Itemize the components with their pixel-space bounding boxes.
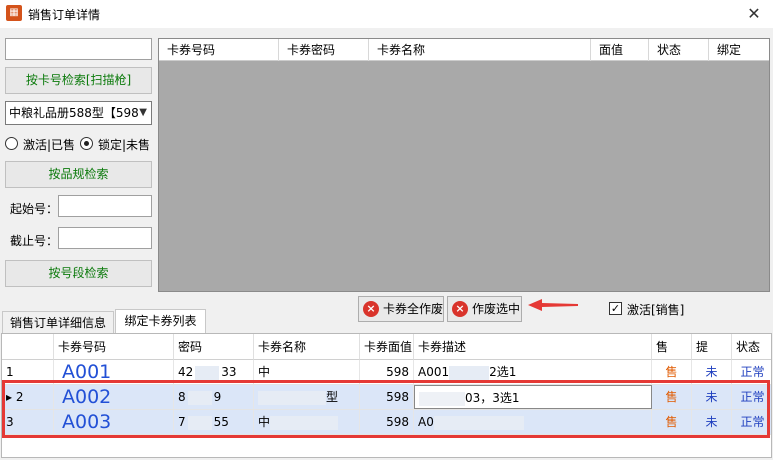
description-redacted bbox=[449, 365, 490, 380]
description-end: 2选1 bbox=[489, 365, 517, 379]
col-bind[interactable]: 绑定 bbox=[709, 39, 769, 61]
radio-activated[interactable] bbox=[5, 137, 18, 150]
description-start: A001 bbox=[418, 365, 450, 379]
title-bar: ▦ 销售订单详情 ✕ bbox=[0, 0, 773, 28]
red-arrow-annotation bbox=[528, 299, 578, 311]
window-title: 销售订单详情 bbox=[28, 8, 101, 22]
void-all-label: 卡券全作废 bbox=[383, 302, 444, 316]
radio-locked-label: 锁定|未售 bbox=[98, 138, 151, 152]
product-select[interactable]: 中粮礼品册588型【598 ▼ bbox=[5, 101, 152, 125]
start-number-input[interactable] bbox=[58, 195, 152, 217]
col-card-name[interactable]: 卡券名称 bbox=[369, 39, 591, 61]
card-results-header: 卡券号码 卡券密码 卡券名称 面值 状态 绑定 bbox=[159, 39, 769, 61]
password-redacted bbox=[195, 365, 220, 380]
card-search-input[interactable] bbox=[5, 38, 152, 60]
void-icon: × bbox=[452, 301, 468, 317]
chevron-down-icon: ▼ bbox=[139, 107, 147, 118]
search-by-card-button[interactable]: 按卡号检索[扫描枪] bbox=[5, 67, 152, 94]
col-picked[interactable]: 提 bbox=[692, 334, 732, 360]
col-row-index bbox=[2, 334, 54, 360]
col-card-description[interactable]: 卡券描述 bbox=[414, 334, 652, 360]
tab-order-details[interactable]: 销售订单详细信息 bbox=[2, 311, 114, 333]
col-face-value[interactable]: 面值 bbox=[591, 39, 649, 61]
search-by-spec-button[interactable]: 按品规检索 bbox=[5, 161, 152, 188]
col-sold[interactable]: 售 bbox=[652, 334, 692, 360]
col-card-number[interactable]: 卡券号码 bbox=[54, 334, 174, 360]
void-all-button[interactable]: × 卡券全作废 bbox=[358, 296, 444, 322]
end-number-input[interactable] bbox=[58, 227, 152, 249]
close-button[interactable]: ✕ bbox=[735, 0, 773, 28]
product-select-value: 中粮礼品册588型【598 bbox=[9, 106, 139, 120]
radio-activated-label: 激活|已售 bbox=[23, 138, 76, 152]
password-visible-start: 42 bbox=[178, 365, 194, 379]
col-password[interactable]: 密码 bbox=[174, 334, 254, 360]
col-status[interactable]: 状态 bbox=[649, 39, 709, 61]
tab-bound-cards[interactable]: 绑定卡券列表 bbox=[115, 309, 206, 333]
radio-locked[interactable] bbox=[80, 137, 93, 150]
activate-checkbox-label: 激活[销售] bbox=[627, 303, 685, 317]
void-selected-button[interactable]: × 作废选中 bbox=[447, 296, 522, 322]
password-visible-end: 33 bbox=[221, 365, 237, 379]
void-selected-label: 作废选中 bbox=[472, 302, 521, 316]
activate-checkbox[interactable]: ✓ bbox=[609, 302, 622, 315]
col-card-value[interactable]: 卡券面值 bbox=[360, 334, 414, 360]
col-status[interactable]: 状态 bbox=[732, 334, 771, 360]
search-by-range-button[interactable]: 按号段检索 bbox=[5, 260, 152, 287]
void-icon: × bbox=[363, 301, 379, 317]
selection-highlight-frame bbox=[2, 380, 770, 438]
end-number-label: 截止号： bbox=[10, 234, 59, 248]
card-results-grid[interactable]: 卡券号码 卡券密码 卡券名称 面值 状态 绑定 bbox=[158, 38, 770, 292]
col-card-password[interactable]: 卡券密码 bbox=[279, 39, 369, 61]
col-card-name[interactable]: 卡券名称 bbox=[254, 334, 360, 360]
col-card-number[interactable]: 卡券号码 bbox=[159, 39, 279, 61]
app-logo-icon: ▦ bbox=[6, 5, 22, 21]
start-number-label: 起始号： bbox=[10, 202, 59, 216]
